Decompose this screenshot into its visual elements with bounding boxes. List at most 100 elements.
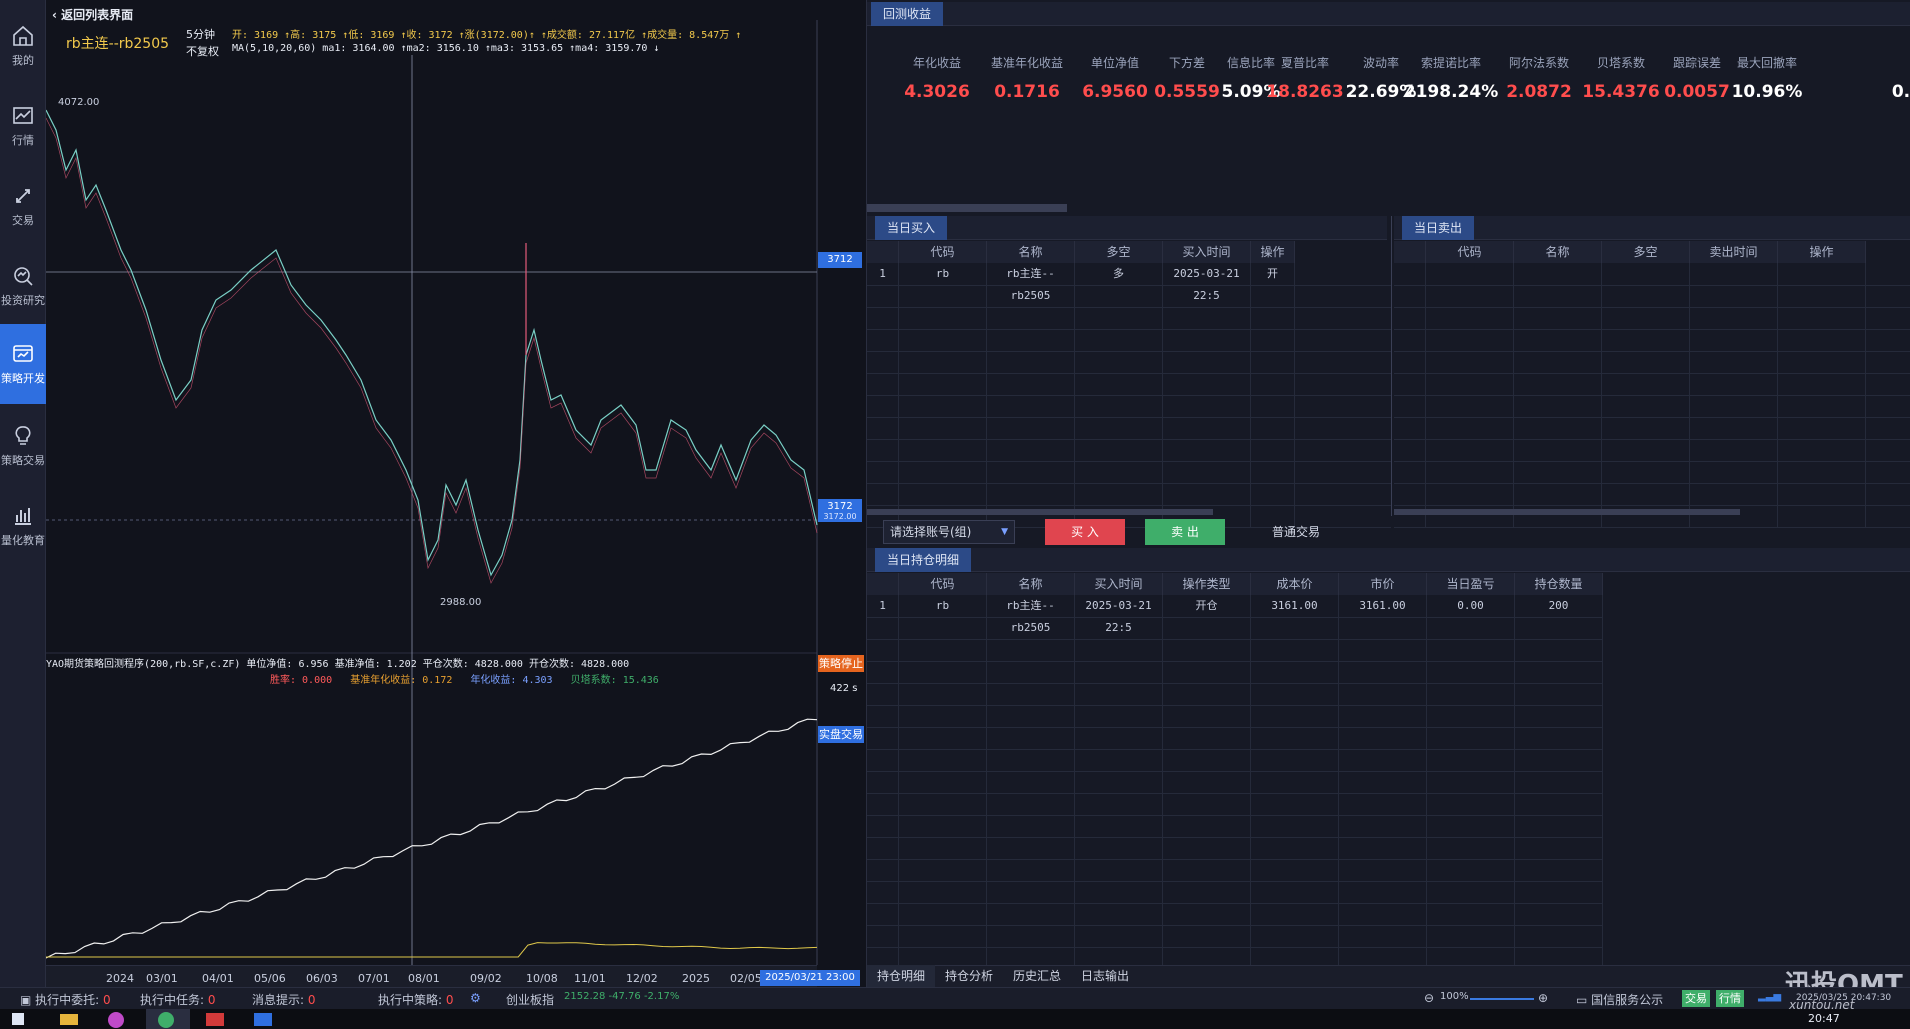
column-divider [898, 595, 899, 969]
bar-chart-icon [15, 508, 31, 525]
table-cell[interactable]: rb主连--rb2505 [987, 263, 1075, 302]
column-header[interactable]: 代码 [899, 573, 987, 595]
column-header[interactable]: 买入时间 [1163, 241, 1251, 263]
table-cell[interactable]: rb [899, 595, 987, 617]
bottom-tab[interactable]: 日志输出 [1071, 965, 1139, 987]
sidebar-item-strategy-dev[interactable]: 策略开发 [0, 324, 46, 404]
window-app-icon[interactable] [254, 1013, 272, 1026]
table-cell[interactable]: 1 [867, 595, 899, 617]
sidebar-item-quotes[interactable]: 行情 [0, 88, 46, 164]
sell-button[interactable]: 卖 出 [1145, 519, 1225, 545]
column-header[interactable]: 操作 [1251, 241, 1295, 263]
table-cell[interactable]: 0.00 [1427, 595, 1515, 617]
bottom-tab[interactable]: 历史汇总 [1003, 965, 1071, 987]
row-divider [1394, 329, 1910, 330]
table-cell[interactable]: 200 [1515, 595, 1603, 617]
folder-icon[interactable] [60, 1014, 78, 1025]
column-divider [1162, 263, 1163, 527]
column-divider [1250, 595, 1251, 969]
sidebar-item-strategy-trade[interactable]: 策略交易 [0, 408, 46, 484]
service-label: 国信服务公示 [1591, 993, 1664, 1007]
sidebar-item-label: 策略开发 [1, 372, 45, 385]
column-header[interactable]: 代码 [899, 241, 987, 263]
column-header[interactable]: 名称 [987, 573, 1075, 595]
chrome-icon[interactable] [158, 1012, 174, 1028]
sidebar-item-research[interactable]: 投资研究 [0, 248, 46, 324]
table-cell[interactable]: rb [899, 263, 987, 285]
row-divider [867, 351, 1391, 352]
table-cell[interactable]: 开仓 [1163, 595, 1251, 617]
normal-trade-button[interactable]: 普通交易 [1253, 519, 1339, 545]
column-header[interactable]: 买入时间 [1075, 573, 1163, 595]
row-divider [867, 859, 1603, 860]
bottom-tab[interactable]: 持仓分析 [935, 965, 1003, 987]
buy-scrollbar[interactable] [867, 509, 1213, 515]
qmt-icon[interactable] [206, 1013, 224, 1026]
row-divider [867, 683, 1603, 684]
column-header[interactable]: 名称 [1514, 241, 1602, 263]
column-header[interactable]: 名称 [987, 241, 1075, 263]
bottom-tab[interactable]: 持仓明细 [867, 965, 936, 987]
stats-scrollbar[interactable] [867, 204, 1067, 212]
home-icon [13, 25, 33, 46]
tab-holdings[interactable]: 当日持仓明细 [875, 548, 972, 572]
row-divider [867, 285, 1391, 286]
service-notice[interactable]: ▭ 国信服务公示 [1576, 991, 1663, 1008]
strategy-status[interactable]: 执行中策略: 0 [378, 991, 454, 1008]
table-cell[interactable]: 3161.00 [1339, 595, 1427, 617]
row-divider [867, 505, 1391, 506]
column-divider [1250, 263, 1251, 527]
task-status[interactable]: 执行中任务: 0 [140, 991, 216, 1008]
table-cell[interactable]: 开 [1251, 263, 1295, 285]
sidebar-item-trade[interactable]: 交易 [0, 168, 46, 244]
message-status[interactable]: 消息提示: 0 [252, 991, 316, 1008]
chart-canvas[interactable] [46, 0, 866, 987]
column-header[interactable]: 多空 [1602, 241, 1690, 263]
column-divider [1338, 595, 1339, 969]
column-header[interactable]: 当日盈亏 [1427, 573, 1515, 595]
sidebar-item-mine[interactable]: 我的 [0, 8, 46, 84]
tab-today-buy[interactable]: 当日买入 [875, 216, 948, 240]
column-header-index [867, 573, 899, 595]
live-trade-button[interactable]: 实盘交易 [818, 726, 864, 743]
index-name[interactable]: 创业板指 [506, 991, 554, 1008]
time-tick: 06/03 [306, 972, 338, 985]
column-header[interactable]: 代码 [1426, 241, 1514, 263]
sell-scrollbar[interactable] [1394, 509, 1740, 515]
table-cell[interactable]: 1 [867, 263, 899, 285]
start-icon[interactable] [12, 1013, 24, 1025]
buy-button[interactable]: 买 入 [1045, 519, 1125, 545]
strategy-count: 0 [445, 993, 454, 1007]
column-header[interactable]: 多空 [1075, 241, 1163, 263]
table-cell[interactable]: 多 [1075, 263, 1163, 285]
column-header[interactable]: 操作类型 [1163, 573, 1251, 595]
benchmark-curve [46, 942, 818, 958]
table-cell[interactable]: rb主连--rb2505 [987, 595, 1075, 634]
entrust-status[interactable]: ▣ 执行中委托: 0 [20, 991, 111, 1008]
column-header[interactable]: 操作 [1778, 241, 1866, 263]
settings-icon[interactable]: ⚙ [470, 991, 481, 1005]
table-cell[interactable]: 3161.00 [1251, 595, 1339, 617]
sidebar-item-education[interactable]: 量化教育 [0, 488, 46, 564]
app-icon[interactable] [108, 1012, 124, 1028]
zoom-out-icon[interactable]: ⊖ [1424, 991, 1434, 1005]
signal-icon: ▂▃▅ [1758, 991, 1782, 1002]
column-divider [1513, 263, 1514, 527]
column-header[interactable]: 市价 [1339, 573, 1427, 595]
account-select[interactable]: 请选择账号(组) ▼ [883, 520, 1015, 544]
tab-today-sell[interactable]: 当日卖出 [1402, 216, 1475, 240]
row-divider [867, 727, 1603, 728]
table-cell[interactable]: 2025-03-21 22:5 [1163, 263, 1251, 302]
column-header[interactable]: 持仓数量 [1515, 573, 1603, 595]
column-header[interactable]: 成本价 [1251, 573, 1339, 595]
column-header[interactable]: 卖出时间 [1690, 241, 1778, 263]
table-cell[interactable]: 2025-03-21 22:5 [1075, 595, 1163, 634]
bulb-icon [15, 426, 31, 445]
zoom-slider[interactable] [1470, 998, 1534, 1000]
row-divider [867, 307, 1391, 308]
row-divider [867, 417, 1391, 418]
strategy-stop-button[interactable]: 策略停止 [818, 655, 864, 672]
tab-backtest-returns[interactable]: 回测收益 [871, 2, 944, 26]
zoom-in-icon[interactable]: ⊕ [1538, 991, 1548, 1005]
row-divider [867, 483, 1391, 484]
